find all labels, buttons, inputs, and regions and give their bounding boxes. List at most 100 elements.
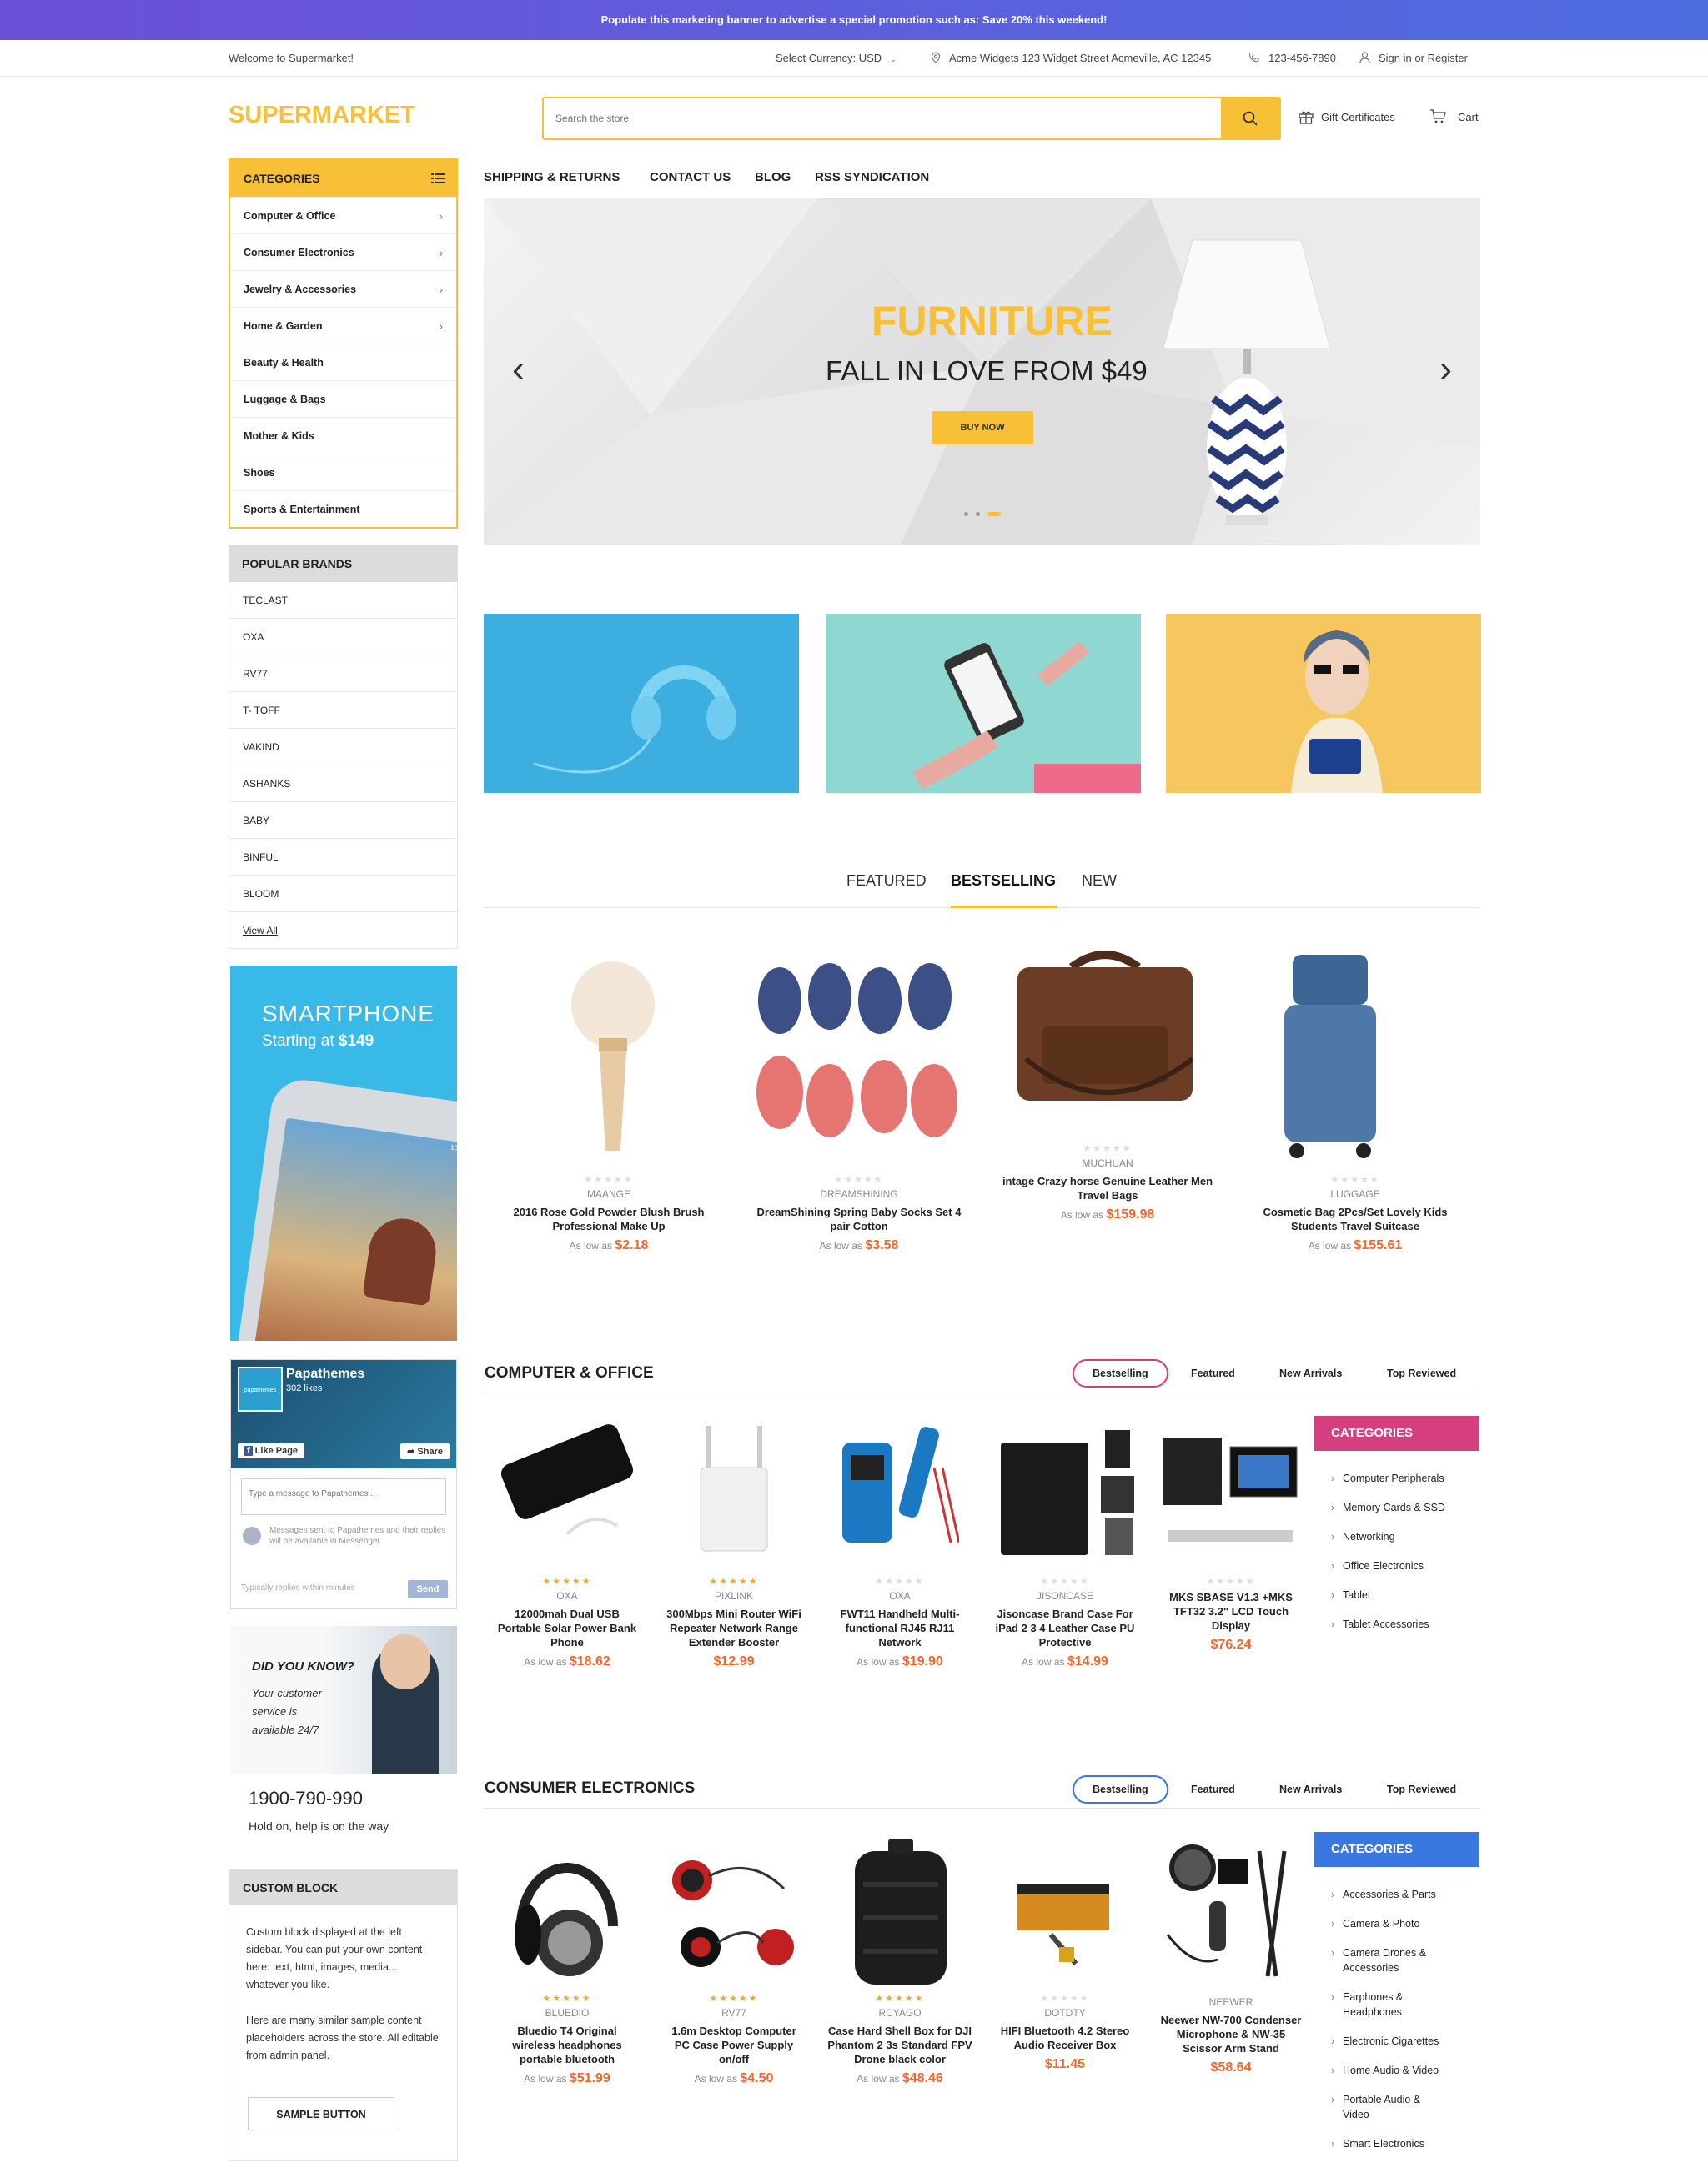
category-item[interactable]: Consumer Electronics › — [230, 233, 456, 270]
category-item[interactable]: Mother & Kids — [230, 417, 456, 454]
slider-dot-active[interactable] — [987, 512, 1001, 516]
brand-item[interactable]: RV77 — [229, 655, 458, 692]
gift-certificates-link[interactable]: Gift Certificates — [1298, 108, 1395, 125]
sample-button[interactable]: SAMPLE BUTTON — [248, 2097, 394, 2130]
brand-item[interactable]: VAKIND — [229, 729, 458, 765]
electronics-tab-featured[interactable]: Featured — [1191, 1784, 1235, 1795]
signin-link[interactable]: Sign in — [1379, 52, 1412, 64]
product-name[interactable]: Bluedio T4 Original wireless headphones … — [496, 2024, 638, 2066]
product-image-network-tester[interactable] — [834, 1418, 961, 1559]
subcategory-link[interactable]: Networking — [1314, 1529, 1479, 1544]
category-item[interactable]: Sports & Entertainment — [230, 490, 456, 527]
slider-dot[interactable] — [976, 512, 980, 516]
product-name[interactable]: Jisoncase Brand Case For iPad 2 3 4 Leat… — [990, 1607, 1140, 1649]
nav-blog[interactable]: BLOG — [755, 170, 791, 184]
product-image-baby-socks[interactable] — [746, 942, 972, 1159]
brand-item[interactable]: BINFUL — [229, 839, 458, 876]
currency-select[interactable]: Select Currency: USD ⌄ — [776, 40, 897, 78]
phone[interactable]: 123-456-7890 — [1248, 40, 1336, 77]
product-name[interactable]: 2016 Rose Gold Powder Blush Brush Profes… — [496, 1205, 721, 1233]
smartphone-ad[interactable]: SMARTPHONE Starting at $149 10:50 PM — [230, 966, 457, 1341]
nav-rss[interactable]: RSS SYNDICATION — [815, 170, 929, 184]
subcategory-link[interactable]: Accessories & Parts — [1314, 1887, 1479, 1902]
brand-item[interactable]: OXA — [229, 619, 458, 655]
product-name[interactable]: Cosmetic Bag 2Pcs/Set Lovely Kids Studen… — [1243, 1205, 1468, 1233]
category-item[interactable]: Jewelry & Accessories › — [230, 270, 456, 307]
product-name[interactable]: 300Mbps Mini Router WiFi Repeater Networ… — [663, 1607, 805, 1649]
view-all-brands-link[interactable]: View All — [229, 912, 458, 949]
tab-bestselling[interactable]: BESTSELLING — [951, 872, 1056, 890]
support-phone[interactable]: 1900-790-990 — [249, 1788, 363, 1809]
product-image-leather-bag[interactable] — [992, 942, 1218, 1134]
promo-tile-fashion[interactable] — [1166, 614, 1481, 793]
product-brand[interactable]: DREAMSHINING — [746, 1188, 972, 1200]
did-you-know-banner[interactable]: DID YOU KNOW? Your customer service is a… — [230, 1626, 457, 1774]
product-image-wifi-repeater[interactable] — [676, 1418, 792, 1559]
brand-item[interactable]: TECLAST — [229, 582, 458, 619]
subcategory-link[interactable]: Computer Peripherals — [1314, 1471, 1479, 1486]
category-item[interactable]: Shoes — [230, 454, 456, 490]
facebook-message-input[interactable]: Type a message to Papathemes... — [241, 1478, 446, 1515]
nav-shipping[interactable]: SHIPPING & RETURNS — [484, 170, 620, 184]
product-name[interactable]: HIFI Bluetooth 4.2 Stereo Audio Receiver… — [994, 2024, 1136, 2052]
brand-item[interactable]: ASHANKS — [229, 765, 458, 802]
tab-new[interactable]: NEW — [1082, 872, 1117, 890]
product-name[interactable]: Neewer NW-700 Condenser Microphone & NW-… — [1158, 2013, 1304, 2055]
cart-link[interactable]: Cart — [1429, 108, 1479, 125]
subcategory-link[interactable]: Camera Drones & Accessories — [1314, 1945, 1439, 1975]
subcategory-link[interactable]: Portable Audio & Video — [1314, 2092, 1423, 2122]
brand-item[interactable]: BLOOM — [229, 876, 458, 912]
slider-dot[interactable] — [964, 512, 968, 516]
product-name[interactable]: DreamShining Spring Baby Socks Set 4 pai… — [746, 1205, 972, 1233]
send-button[interactable]: Send — [408, 1580, 448, 1598]
product-brand[interactable]: LUGGAGE — [1243, 1188, 1468, 1200]
register-link[interactable]: Register — [1428, 52, 1468, 64]
product-image-power-switch[interactable] — [659, 1839, 805, 1976]
search-input[interactable] — [555, 98, 1206, 138]
subcategory-link[interactable]: Earphones & Headphones — [1314, 1990, 1439, 2020]
category-item[interactable]: Home & Garden › — [230, 307, 456, 344]
electronics-tab-top-reviewed[interactable]: Top Reviewed — [1387, 1784, 1456, 1795]
subcategory-link[interactable]: Electronic Cigarettes — [1314, 2034, 1479, 2049]
site-logo[interactable]: SUPERMARKET — [229, 102, 415, 129]
brand-item[interactable]: BABY — [229, 802, 458, 839]
product-image-microphone[interactable] — [1159, 1834, 1309, 1980]
computer-tab-featured[interactable]: Featured — [1191, 1368, 1235, 1379]
search-button[interactable] — [1221, 98, 1279, 138]
product-image-power-bank[interactable] — [492, 1418, 646, 1551]
address[interactable]: Acme Widgets 123 Widget Street Acmeville… — [931, 40, 1211, 77]
product-name[interactable]: FWT11 Handheld Multi-functional RJ45 RJ1… — [829, 1607, 971, 1649]
brand-item[interactable]: T- TOFF — [229, 692, 458, 729]
product-brand[interactable]: MAANGE — [496, 1188, 721, 1200]
subcategory-link[interactable]: Tablet — [1314, 1588, 1479, 1603]
subcategory-link[interactable]: Tablet Accessories — [1314, 1617, 1479, 1632]
subcategory-link[interactable]: Camera & Photo — [1314, 1916, 1479, 1931]
promo-tile-smartphone[interactable] — [826, 614, 1141, 793]
product-image-bluetooth-receiver[interactable] — [1001, 1859, 1126, 1968]
product-image-headphones[interactable] — [505, 1834, 630, 1989]
subcategory-link[interactable]: Home Audio & Video — [1314, 2063, 1479, 2078]
product-brand[interactable]: MUCHUAN — [995, 1157, 1220, 1169]
hero-slider[interactable]: ‹ › FURNITURE FALL IN LOVE FROM $49 BUY … — [484, 198, 1480, 545]
product-brand[interactable]: NEEWER — [1118, 1996, 1344, 2008]
product-name[interactable]: 12000mah Dual USB Portable Solar Power B… — [496, 1607, 638, 1649]
buy-now-button[interactable]: BUY NOW — [932, 411, 1033, 444]
tab-featured[interactable]: FEATURED — [846, 872, 927, 890]
electronics-tab-new-arrivals[interactable]: New Arrivals — [1279, 1784, 1342, 1795]
subcategory-link[interactable]: Office Electronics — [1314, 1558, 1479, 1573]
computer-tab-top-reviewed[interactable]: Top Reviewed — [1387, 1368, 1456, 1379]
product-name[interactable]: MKS SBASE V1.3 +MKS TFT32 3.2" LCD Touch… — [1164, 1590, 1298, 1633]
computer-tab-new-arrivals[interactable]: New Arrivals — [1279, 1368, 1342, 1379]
category-menu-header[interactable]: CATEGORIES — [230, 160, 456, 197]
promo-tile-headphones[interactable] — [484, 614, 799, 793]
facebook-like-button[interactable]: f Like Page — [238, 1443, 305, 1458]
product-image-blush-brush[interactable] — [509, 942, 717, 1159]
category-item[interactable]: Beauty & Health — [230, 344, 456, 380]
category-item[interactable]: Luggage & Bags — [230, 380, 456, 417]
electronics-tab-bestselling[interactable]: Bestselling — [1073, 1775, 1168, 1804]
product-name[interactable]: 1.6m Desktop Computer PC Case Power Supp… — [663, 2024, 805, 2066]
product-image-ipad-case[interactable] — [997, 1418, 1138, 1559]
computer-tab-bestselling[interactable]: Bestselling — [1073, 1359, 1168, 1388]
product-image-drone-case[interactable] — [842, 1834, 959, 1985]
nav-contact[interactable]: CONTACT US — [650, 170, 731, 184]
